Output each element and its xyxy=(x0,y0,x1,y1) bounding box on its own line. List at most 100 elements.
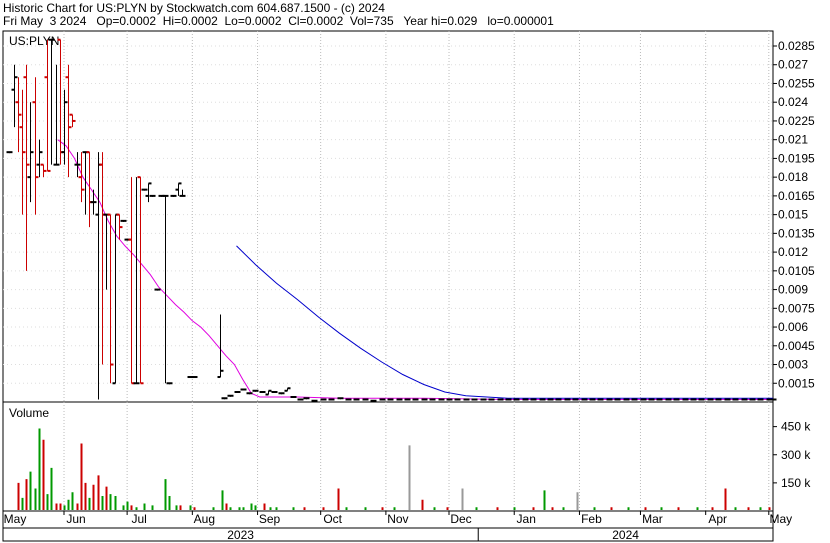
ohlc-bar xyxy=(597,398,604,401)
ohlc-bar xyxy=(23,64,30,271)
ohlc-bar xyxy=(690,398,697,401)
ohlc-bar xyxy=(488,398,495,401)
price-tick-label: 0.0285 xyxy=(778,39,815,53)
price-tick-label: 0.015 xyxy=(778,208,808,222)
price-tick-label: 0.0225 xyxy=(778,114,815,128)
ohlc-bar xyxy=(57,38,64,165)
price-tick-label: 0.0105 xyxy=(778,264,815,278)
price-tick-label: 0.018 xyxy=(778,170,808,184)
volume-label: Volume xyxy=(9,406,49,420)
ohlc-bar xyxy=(640,398,647,401)
ohlc-bar xyxy=(145,182,152,203)
moving-average-long xyxy=(236,245,773,399)
ohlc-bar xyxy=(715,398,722,401)
ohlc-bar xyxy=(175,182,182,196)
ohlc-bar xyxy=(103,213,110,290)
ohlc-bar xyxy=(141,188,148,191)
ohlc-bar xyxy=(133,177,140,385)
ohlc-bar xyxy=(337,397,344,400)
ohlc-bar xyxy=(166,382,173,385)
price-tick-label: 0.0075 xyxy=(778,301,815,315)
ohlc-bar xyxy=(623,398,630,401)
ohlc-bar xyxy=(412,398,419,401)
ohlc-bar xyxy=(614,398,621,401)
ohlc-bar xyxy=(362,398,369,401)
ohlc-bar xyxy=(353,398,360,401)
ohlc-bar xyxy=(581,398,588,401)
ohlc-bar xyxy=(656,398,663,401)
price-tick-label: 0.0255 xyxy=(778,76,815,90)
ohlc-bar xyxy=(631,398,638,401)
date-axis: May Jun Jul Aug Sep Oct Nov Dec Jan Feb Mar Apr May 2… xyxy=(2,510,792,542)
ohlc-bar xyxy=(278,392,285,395)
ohlc-bar xyxy=(404,398,411,401)
ohlc-bar xyxy=(149,194,156,197)
month-label: May xyxy=(4,512,27,526)
ohlc-bar xyxy=(44,39,51,172)
price-tick-label: 0.009 xyxy=(778,283,808,297)
ohlc-bar xyxy=(345,398,352,401)
ohlc-bar xyxy=(95,152,102,400)
ohlc-bar xyxy=(137,176,144,385)
ohlc-bar xyxy=(387,398,394,401)
price-frame xyxy=(2,30,774,403)
ohlc-bar xyxy=(48,38,55,165)
ohlc-bar xyxy=(11,64,18,128)
price-tick-label: 0.0165 xyxy=(778,189,815,203)
ohlc-bar xyxy=(606,398,613,401)
price-tick-label: 0.027 xyxy=(778,58,808,72)
ohlc-bar xyxy=(246,392,253,395)
ohlc-bar xyxy=(240,388,247,391)
price-panel: 0.0285 0.027 0.0255 0.024 0.0225 0.021 0.0195 0… xyxy=(2,30,815,403)
ohlc-bar xyxy=(90,189,97,215)
ohlc-bar xyxy=(320,398,327,401)
ohlc-bar xyxy=(271,391,278,394)
ohlc-bar xyxy=(265,389,272,396)
ohlc-bar xyxy=(698,398,705,401)
price-tick-label: 0.0015 xyxy=(778,376,815,390)
ohlc-bar xyxy=(454,398,461,401)
month-label: Mar xyxy=(642,512,663,526)
month-label: May xyxy=(769,512,792,526)
ohlc-bar xyxy=(555,398,562,401)
ohlc-bar xyxy=(284,387,291,392)
month-label: Dec xyxy=(450,512,471,526)
ohlc-bar xyxy=(429,398,436,401)
ohlc-bar xyxy=(297,398,304,401)
ohlc-bar xyxy=(547,398,554,401)
volume-frame xyxy=(2,401,774,512)
month-label: Feb xyxy=(581,512,602,526)
volume-tick-label: 150 k xyxy=(781,476,811,490)
ohlc-bar xyxy=(6,151,13,154)
ohlc-bar xyxy=(116,213,123,240)
ohlc-bar xyxy=(61,89,68,165)
ohlc-bar xyxy=(572,398,579,401)
ohlc-bar xyxy=(227,394,234,397)
ohlc-bar xyxy=(741,398,748,401)
ohlc-bar xyxy=(328,398,335,401)
ohlc-bar xyxy=(65,64,72,178)
ohlc-bar xyxy=(69,113,76,128)
ohlc-bar xyxy=(530,398,537,401)
volume-tick-label: 300 k xyxy=(781,448,811,462)
ohlc-bar xyxy=(505,398,512,401)
ohlc-bar xyxy=(112,213,119,385)
month-label: Jun xyxy=(66,512,85,526)
ohlc-bar xyxy=(589,398,596,401)
ohlc-bar xyxy=(221,397,228,400)
month-label: Jan xyxy=(517,512,536,526)
ohlc-bar xyxy=(513,398,520,401)
ohlc-bar xyxy=(128,177,135,385)
ohlc-bar xyxy=(179,189,186,197)
price-tick-label: 0.0135 xyxy=(778,226,815,240)
ohlc-bar xyxy=(107,213,114,384)
ohlc-bar xyxy=(724,398,731,401)
stock-chart: 0.0285 0.027 0.0255 0.024 0.0225 0.021 0.0195 0… xyxy=(2,30,815,542)
month-label: Aug xyxy=(194,512,215,526)
ohlc-bar xyxy=(99,152,106,365)
volume-panel: 450 k 300 k 150 k Volume xyxy=(2,401,811,512)
month-label: Sep xyxy=(259,512,281,526)
ohlc-bar xyxy=(749,398,756,401)
ohlc-bar xyxy=(252,389,259,392)
month-label: Apr xyxy=(708,512,727,526)
